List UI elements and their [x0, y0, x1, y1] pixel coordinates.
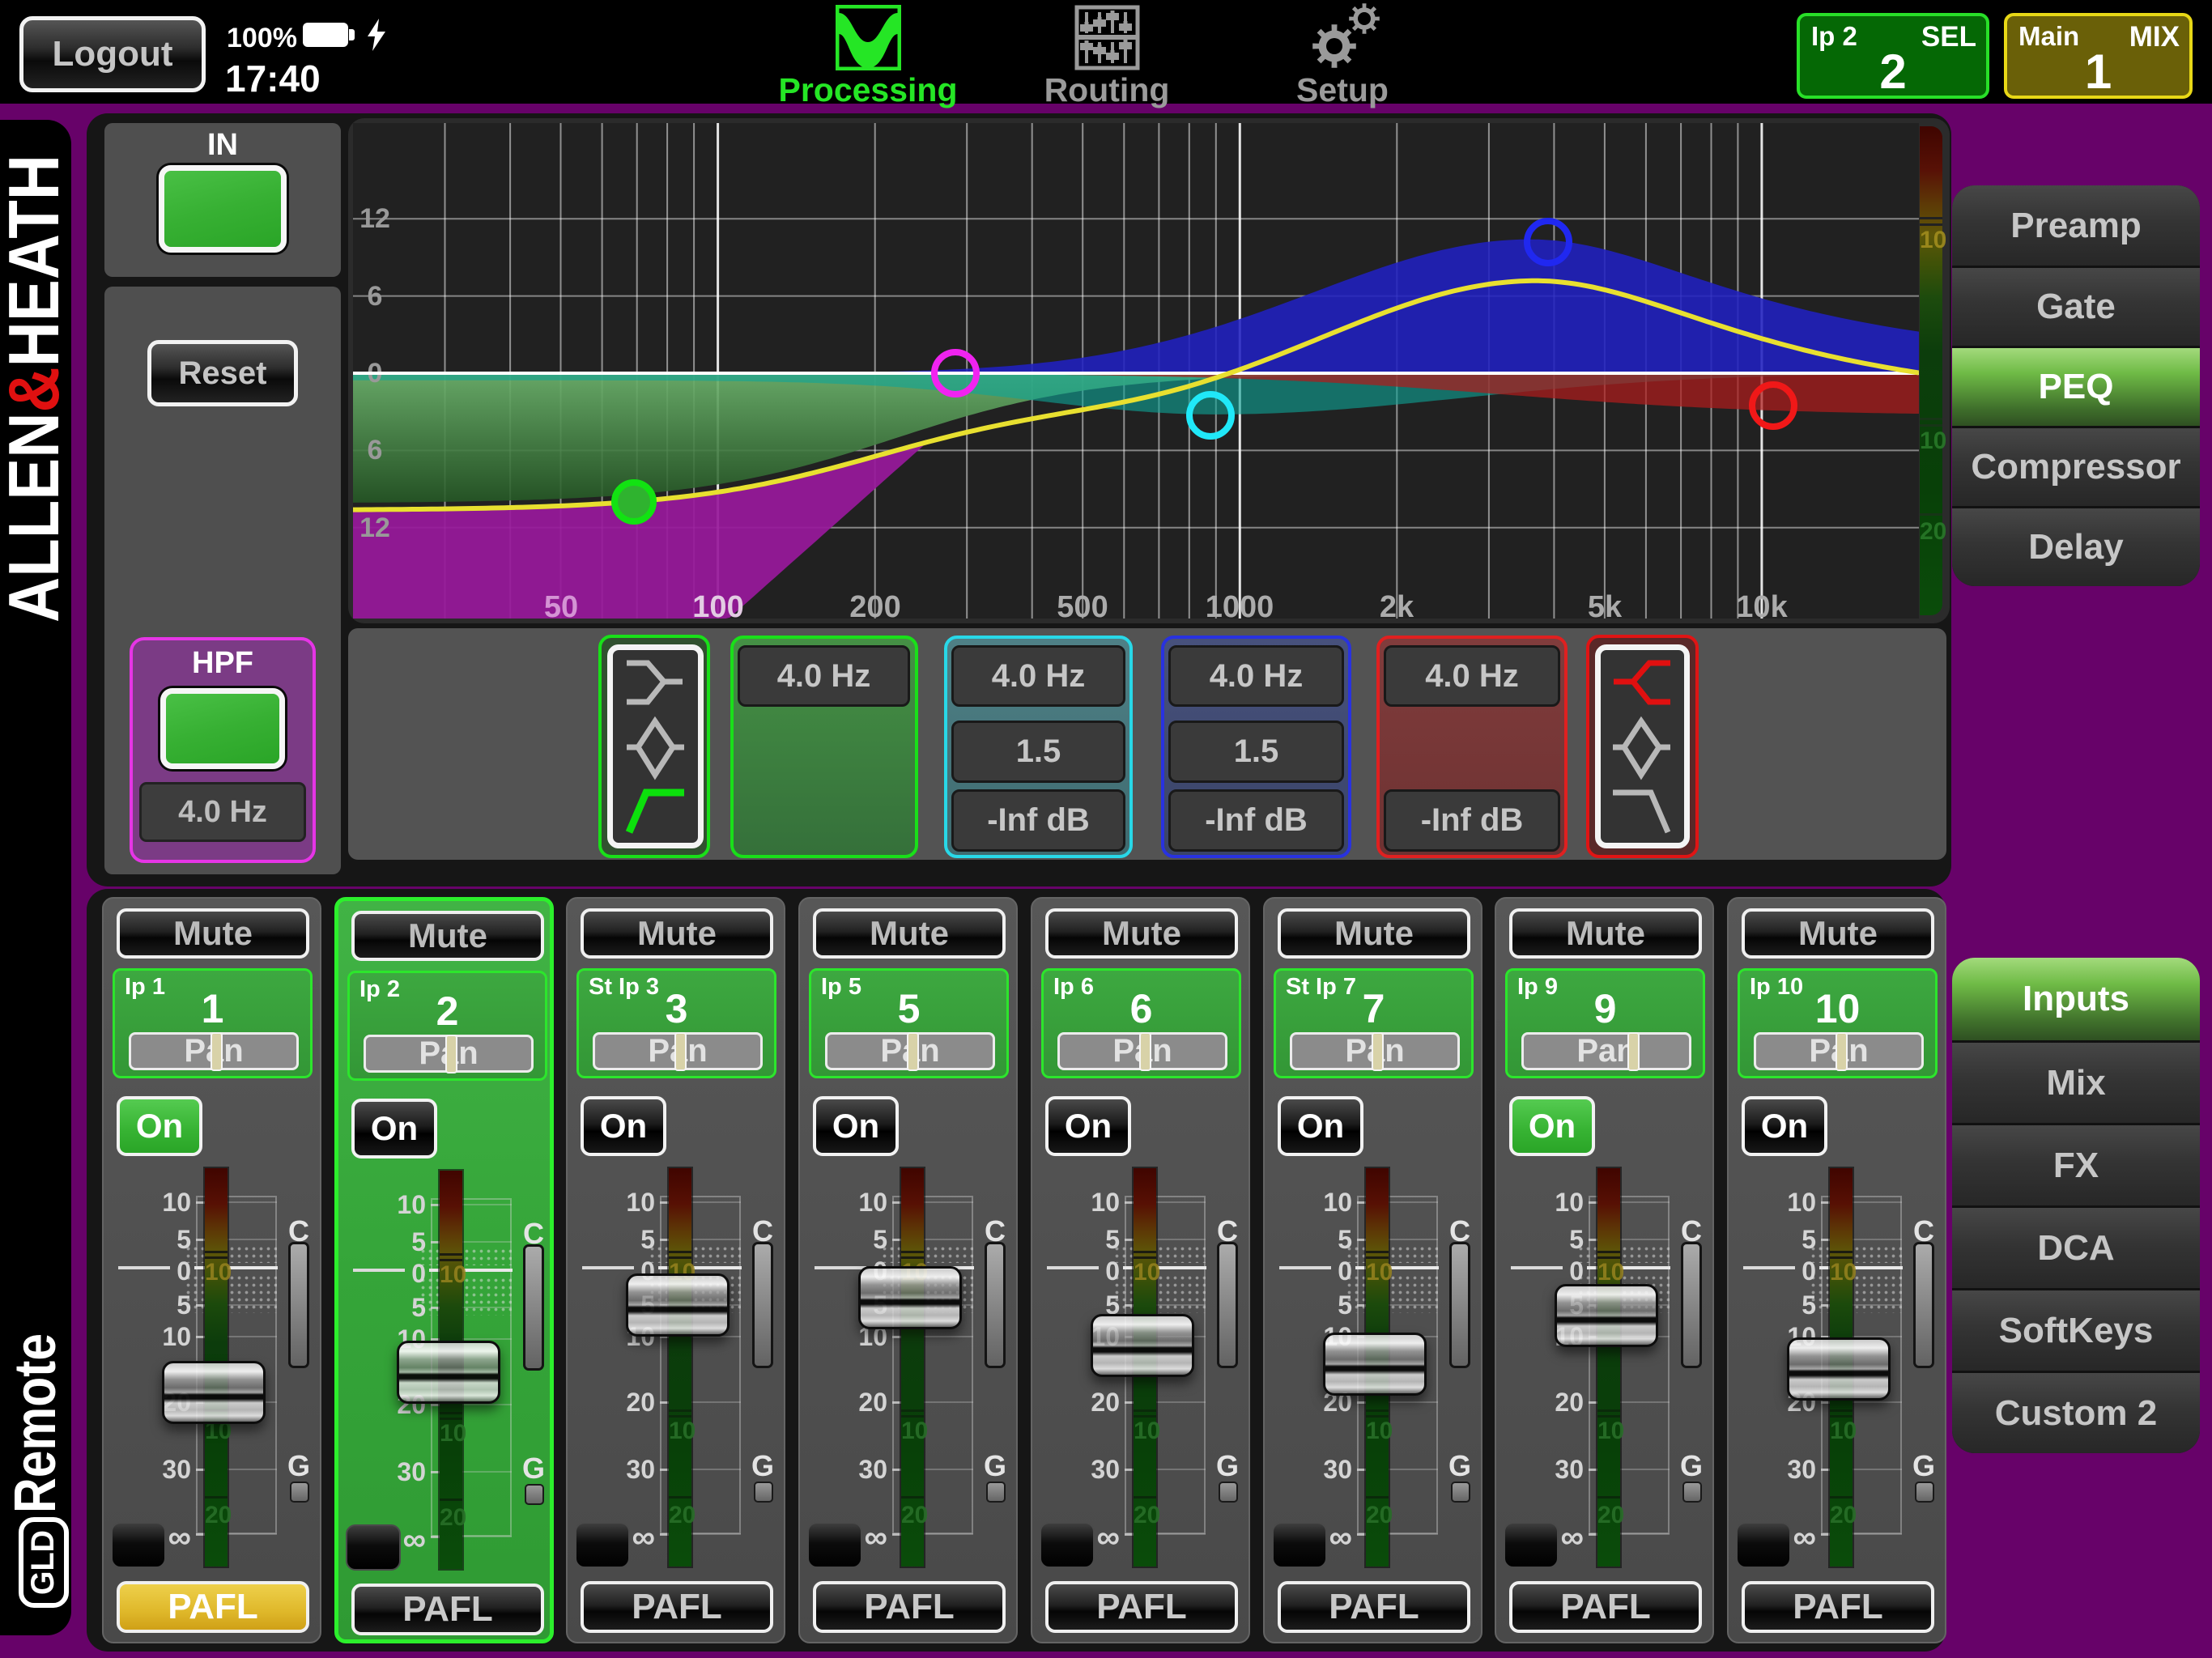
svg-text:Remote: Remote	[3, 1333, 68, 1513]
svg-text:500: 500	[1057, 590, 1108, 619]
svg-text:6: 6	[368, 281, 383, 312]
svg-text:10k: 10k	[1736, 590, 1788, 619]
svg-text:200: 200	[849, 590, 900, 619]
svg-text:1000: 1000	[1206, 590, 1274, 619]
svg-text:GLD: GLD	[25, 1530, 61, 1595]
svg-text:ALLEN&HEATH: ALLEN&HEATH	[0, 155, 74, 623]
svg-text:2k: 2k	[1380, 590, 1414, 619]
svg-text:100: 100	[692, 590, 743, 619]
svg-text:12: 12	[359, 512, 390, 543]
svg-text:6: 6	[368, 435, 383, 466]
svg-text:50: 50	[544, 590, 578, 619]
svg-text:5k: 5k	[1588, 590, 1623, 619]
svg-text:12: 12	[359, 203, 390, 234]
